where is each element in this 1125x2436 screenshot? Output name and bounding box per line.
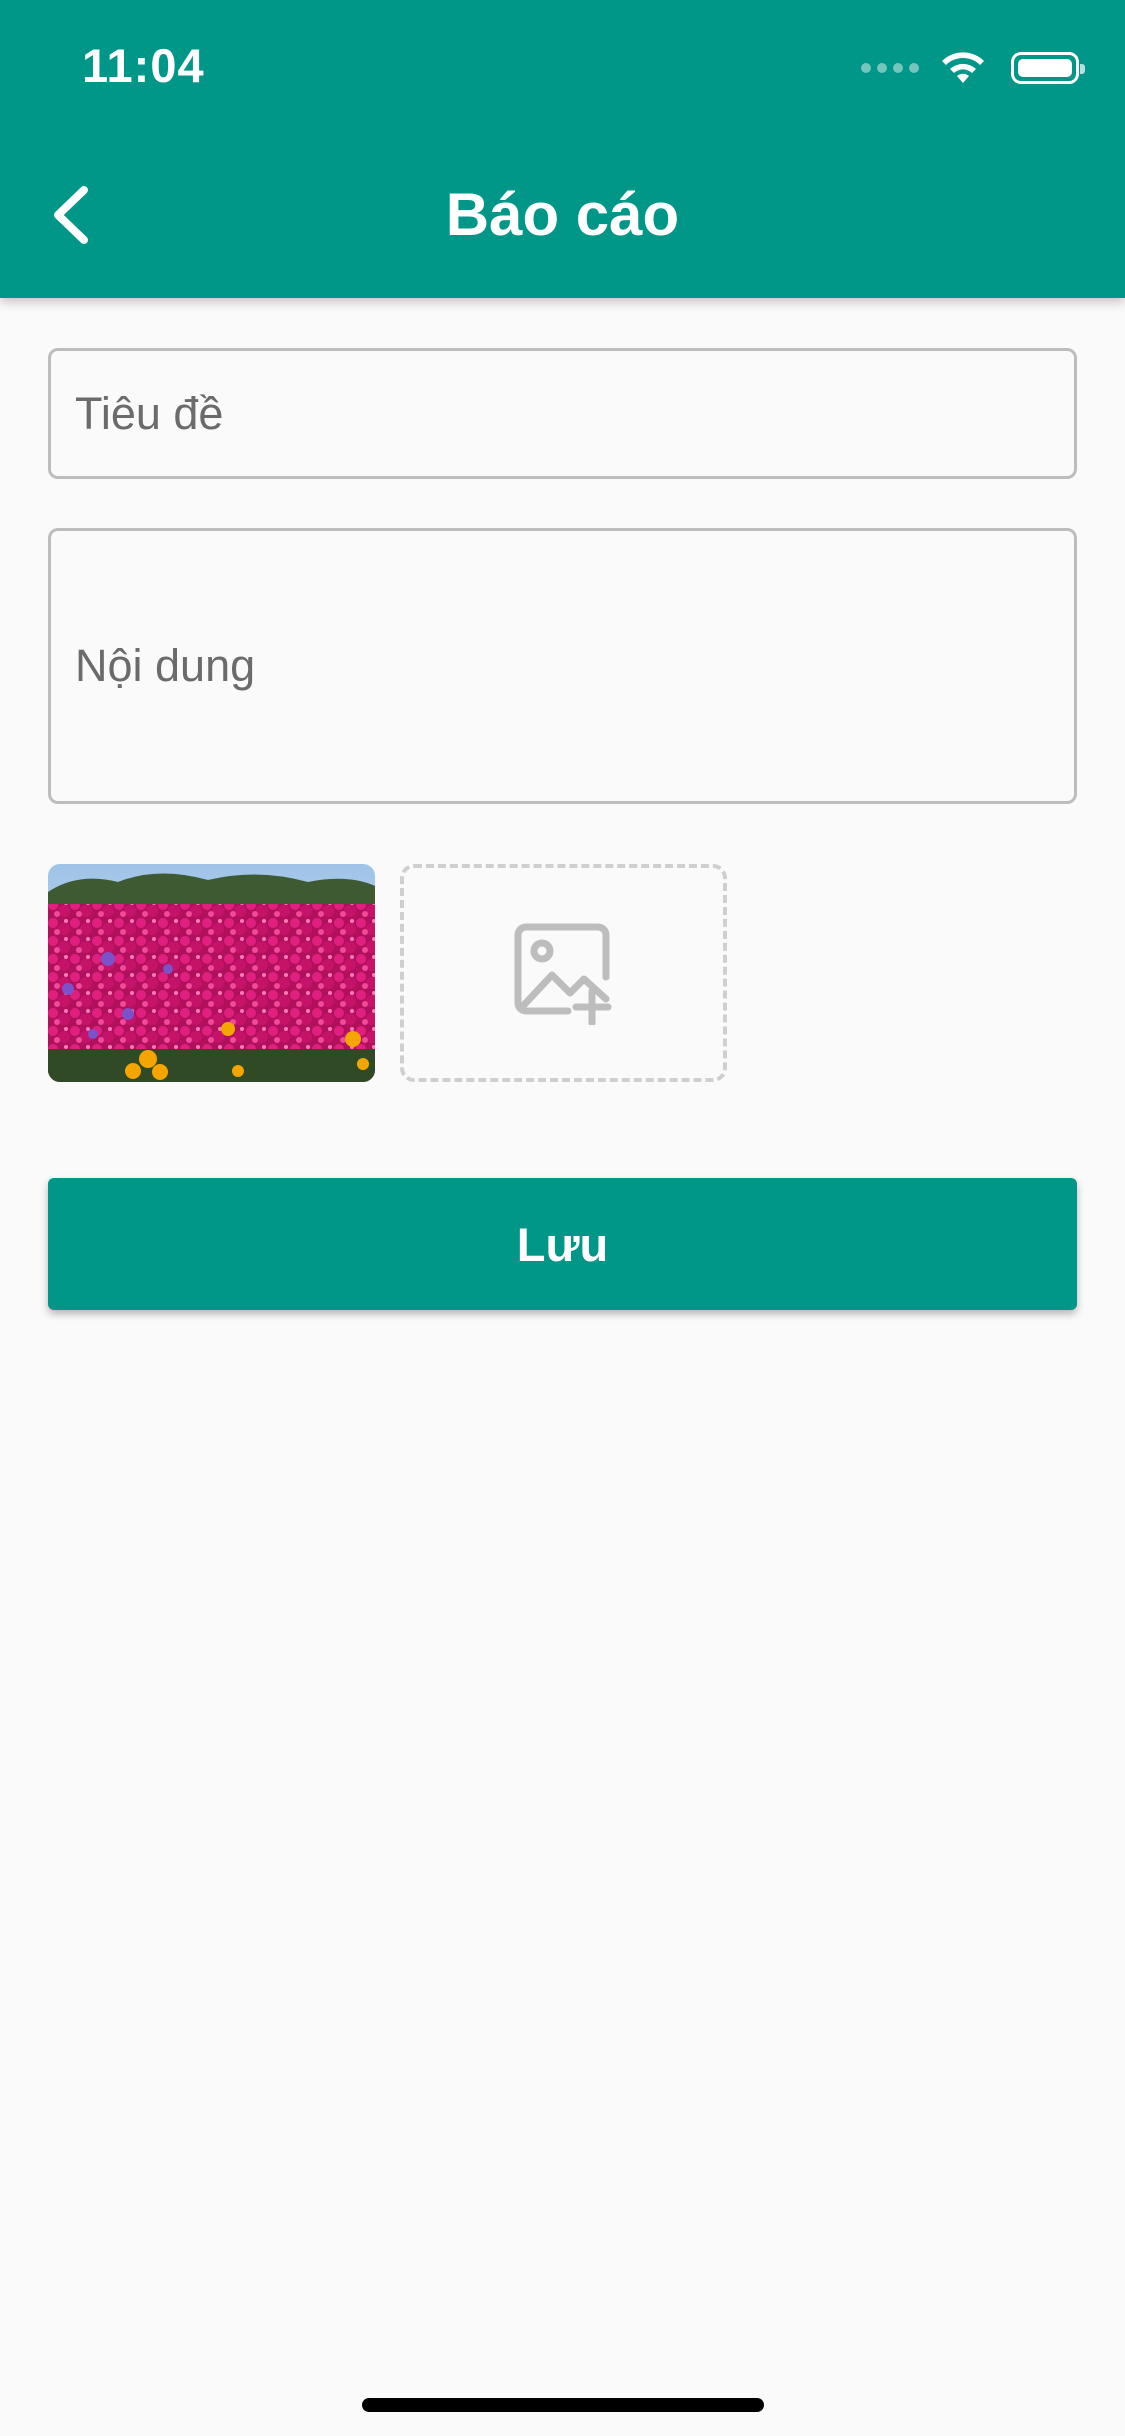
status-time: 11:04 [82, 39, 205, 92]
content-placeholder: Nội dung [75, 640, 256, 691]
add-image-icon [514, 923, 611, 1025]
title-placeholder: Tiêu đề [75, 387, 224, 439]
home-indicator[interactable] [362, 2398, 764, 2412]
attached-photo-thumbnail[interactable] [48, 864, 375, 1082]
page-title: Báo cáo [445, 181, 680, 248]
wifi-icon [942, 52, 984, 83]
app-bar: 11:04 Báo cáo [0, 0, 1125, 298]
cellular-signal-icon [861, 63, 919, 73]
title-input[interactable]: Tiêu đề [48, 348, 1077, 479]
battery-icon [1011, 52, 1085, 84]
content-input[interactable]: Nội dung [48, 528, 1077, 804]
save-button[interactable]: Lưu [48, 1178, 1077, 1310]
add-image-button[interactable] [400, 864, 727, 1082]
status-icons [861, 50, 1085, 86]
flower-field-image [48, 864, 375, 1082]
